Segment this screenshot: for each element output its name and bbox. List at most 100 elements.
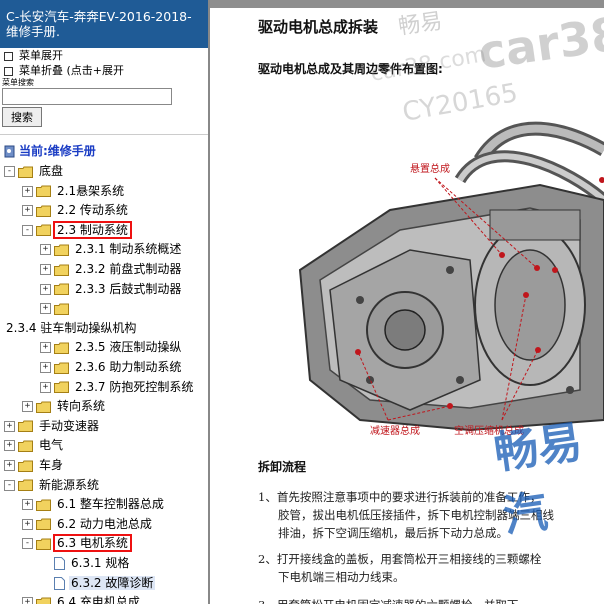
tree-item-2-3-4[interactable]: 2.3.4 驻车制动操纵机构 bbox=[4, 319, 138, 337]
folder-icon bbox=[54, 301, 73, 315]
folder-icon bbox=[36, 517, 55, 531]
expand-toggle-icon[interactable]: + bbox=[40, 362, 51, 373]
tree-item-label: 2.3.2 前盘式制动器 bbox=[75, 262, 182, 276]
folder-icon bbox=[54, 262, 73, 276]
tree-item-body[interactable]: + 车身 bbox=[4, 456, 65, 474]
content-top-bar bbox=[210, 0, 604, 8]
tree-item-6-4[interactable]: +6.4 充电机总成 bbox=[22, 593, 142, 604]
tree-item-label: 底盘 bbox=[39, 164, 64, 178]
folder-icon bbox=[36, 536, 55, 550]
folder-icon bbox=[18, 458, 37, 472]
expand-toggle-icon[interactable]: + bbox=[22, 205, 33, 217]
tree-item-label: 2.3.4 驻车制动操纵机构 bbox=[6, 320, 137, 335]
expand-toggle-icon[interactable]: + bbox=[4, 420, 15, 432]
procedure-step-2-line: 2、打开接线盒的盖板，用套筒松开三相接线的三颗螺栓 bbox=[258, 552, 542, 566]
tree-item-2-3-1[interactable]: +2.3.1 制动系统概述 bbox=[40, 240, 183, 258]
tree-item-label: 6.4 充电机总成 bbox=[57, 595, 140, 604]
tree-item-manual[interactable]: + 手动变速器 bbox=[4, 417, 101, 435]
tree-item-label: 新能源系统 bbox=[39, 477, 100, 492]
watermark: 畅易 bbox=[396, 9, 444, 40]
document-icon bbox=[54, 556, 69, 570]
expand-toggle-icon[interactable]: + bbox=[4, 440, 15, 452]
procedure-heading: 拆卸流程 bbox=[258, 460, 307, 474]
expand-toggle-icon[interactable]: + bbox=[40, 303, 51, 315]
tree-item-label bbox=[73, 301, 77, 315]
menu-expand-icon bbox=[4, 51, 13, 61]
tree-item-2-2[interactable]: +2.2 传动系统 bbox=[22, 201, 130, 219]
expand-toggle-icon[interactable]: + bbox=[40, 342, 51, 354]
menu-collapse-link[interactable]: 菜单折叠 (点击+展开 bbox=[0, 63, 208, 78]
menu-collapse-icon bbox=[4, 66, 13, 76]
procedure-step-1-line: 胶管，拔出电机低压接插件，拆下电机控制器端三相线 bbox=[278, 508, 554, 522]
procedure-step-2-line: 下电机端三相动力线束。 bbox=[278, 570, 405, 584]
collapse-toggle-icon[interactable]: - bbox=[22, 224, 33, 236]
collapse-toggle-icon[interactable]: - bbox=[4, 166, 15, 177]
figure-caption: 驱动电机总成及其周边零件布置图: bbox=[258, 62, 443, 76]
tree-item-label: 6.2 动力电池总成 bbox=[57, 516, 152, 531]
tree-item-2-3-7[interactable]: +2.3.7 防抱死控制系统 bbox=[40, 378, 195, 396]
tree-item-label: 2.1悬架系统 bbox=[57, 183, 125, 198]
book-icon bbox=[4, 145, 15, 158]
folder-icon bbox=[36, 595, 55, 604]
folder-icon bbox=[54, 360, 73, 374]
tree-item-blank[interactable]: + bbox=[40, 299, 77, 317]
tree-item-label: 6.3.1 规格 bbox=[71, 556, 130, 570]
sidebar-divider bbox=[0, 134, 208, 135]
menu-expand-link[interactable]: 菜单展开 bbox=[0, 48, 208, 63]
tree-item-6-3[interactable]: - 6.3 电机系统 bbox=[22, 534, 132, 553]
watermark: car38 bbox=[474, 6, 604, 80]
expand-toggle-icon[interactable]: + bbox=[4, 460, 15, 471]
tree-item-6-3-1[interactable]: 6.3.1 规格 bbox=[40, 554, 131, 572]
tree-item-label: 6.3.2 故障诊断 bbox=[69, 575, 156, 590]
tree-item-label: 2.3.1 制动系统概述 bbox=[75, 242, 182, 257]
tree-item-2-3[interactable]: - 2.3 制动系统 bbox=[22, 220, 132, 239]
search-button[interactable]: 搜索 bbox=[2, 107, 42, 127]
tree-item-chassis[interactable]: - 底盘 bbox=[4, 162, 65, 180]
expand-toggle-icon[interactable]: + bbox=[22, 185, 33, 197]
tree-item-2-1[interactable]: +2.1悬架系统 bbox=[22, 182, 126, 200]
content-pane: 驱动电机总成拆装 驱动电机总成及其周边零件布置图: 悬置总成 减速器总成 空调压… bbox=[210, 0, 604, 604]
folder-icon bbox=[36, 399, 55, 413]
procedure-step-3-line: 3、用套筒松开电机固定减速器的六颗螺栓，并取下 bbox=[258, 596, 518, 604]
expand-toggle-icon[interactable]: + bbox=[40, 244, 51, 256]
tree-item-label: 6.1 整车控制器总成 bbox=[57, 497, 164, 512]
current-location-link[interactable]: 当前:维修手册 bbox=[4, 142, 96, 160]
folder-icon bbox=[18, 478, 37, 492]
collapse-toggle-icon[interactable]: - bbox=[4, 479, 15, 491]
tree-item-label: 手动变速器 bbox=[39, 418, 100, 433]
tree-item-2-3-2[interactable]: +2.3.2 前盘式制动器 bbox=[40, 260, 183, 278]
search-label: 菜单搜索 bbox=[2, 78, 34, 87]
tree-item-6-1[interactable]: +6.1 整车控制器总成 bbox=[22, 495, 166, 513]
label-suspension: 悬置总成 bbox=[410, 162, 450, 175]
tree-item-steer[interactable]: + 转向系统 bbox=[22, 397, 107, 415]
folder-icon bbox=[36, 497, 55, 511]
collapse-toggle-icon[interactable]: - bbox=[22, 538, 33, 550]
expand-toggle-icon[interactable]: + bbox=[22, 597, 33, 604]
folder-icon bbox=[18, 164, 37, 178]
expand-toggle-icon[interactable]: + bbox=[40, 381, 51, 393]
folder-icon bbox=[54, 242, 73, 256]
sidebar: C-长安汽车-奔奔EV-2016-2018- 维修手册. 菜单展开 菜单折叠 (… bbox=[0, 0, 210, 604]
tree-item-label: 2.3.5 液压制动操纵 bbox=[75, 340, 182, 355]
tree-item-2-3-6[interactable]: +2.3.6 助力制动系统 bbox=[40, 358, 183, 376]
tree-item-6-3-2[interactable]: 6.3.2 故障诊断 bbox=[40, 574, 156, 592]
expand-toggle-icon[interactable]: + bbox=[22, 499, 33, 511]
folder-icon bbox=[18, 438, 37, 452]
expand-toggle-icon[interactable]: + bbox=[40, 264, 51, 275]
tree-item-newenergy[interactable]: - 新能源系统 bbox=[4, 476, 101, 494]
expand-toggle-icon[interactable]: + bbox=[40, 283, 51, 295]
tree-item-2-3-3[interactable]: +2.3.3 后鼓式制动器 bbox=[40, 280, 183, 298]
folder-icon bbox=[18, 419, 37, 433]
page-title: 驱动电机总成拆装 bbox=[258, 18, 379, 36]
tree-item-elec[interactable]: + 电气 bbox=[4, 436, 65, 454]
tree-item-6-2[interactable]: +6.2 动力电池总成 bbox=[22, 515, 154, 533]
search-input[interactable] bbox=[2, 88, 172, 105]
expand-toggle-icon[interactable]: + bbox=[22, 518, 33, 530]
label-ac-compressor: 空调压缩机总成 bbox=[454, 424, 524, 437]
tree-item-2-3-5[interactable]: +2.3.5 液压制动操纵 bbox=[40, 338, 183, 356]
expand-toggle-icon[interactable]: + bbox=[22, 401, 33, 413]
manual-title: C-长安汽车-奔奔EV-2016-2018- 维修手册. bbox=[0, 0, 208, 48]
folder-icon bbox=[54, 282, 73, 296]
tree-item-label: 2.3 制动系统 bbox=[53, 220, 132, 239]
folder-icon bbox=[54, 340, 73, 354]
